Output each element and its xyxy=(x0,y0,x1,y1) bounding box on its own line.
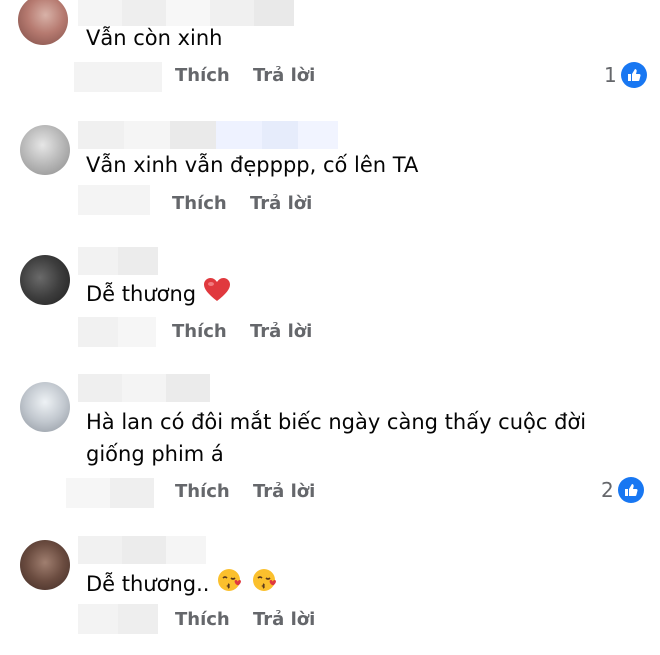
like-button[interactable]: Thích xyxy=(172,193,227,215)
commenter-name-blurred[interactable] xyxy=(78,374,210,402)
commenter-name-blurred[interactable] xyxy=(78,536,206,564)
commenter-name-blurred[interactable] xyxy=(78,121,338,149)
comment-text: Dễ thương xyxy=(86,277,231,313)
reply-button[interactable]: Trả lời xyxy=(253,609,315,631)
comment-5: Dễ thương.. Thích Trả lời xyxy=(0,530,660,655)
like-button[interactable]: Thích xyxy=(172,321,227,343)
avatar[interactable] xyxy=(20,255,70,305)
reaction-count-number: 2 xyxy=(601,478,614,502)
avatar[interactable] xyxy=(20,125,70,175)
timestamp-blurred[interactable] xyxy=(66,478,154,508)
reply-button[interactable]: Trả lời xyxy=(250,321,312,343)
avatar[interactable] xyxy=(18,0,68,45)
reply-button[interactable]: Trả lời xyxy=(253,65,315,87)
reaction-count-number: 1 xyxy=(604,63,617,87)
comment-text: Dễ thương.. xyxy=(86,566,279,604)
like-button[interactable]: Thích xyxy=(175,609,230,631)
thumbs-up-icon xyxy=(617,477,644,503)
timestamp-blurred[interactable] xyxy=(78,185,150,215)
timestamp-blurred[interactable] xyxy=(78,604,158,634)
comment-text-content: Dễ thương.. xyxy=(86,572,210,596)
comment-text-content: Dễ thương xyxy=(86,282,197,306)
kissing-face-with-heart-icon xyxy=(216,566,244,604)
reply-button[interactable]: Trả lời xyxy=(253,481,315,503)
like-button[interactable]: Thích xyxy=(175,481,230,503)
kissing-face-with-heart-icon xyxy=(251,566,279,604)
reply-button[interactable]: Trả lời xyxy=(250,193,312,215)
comment-text-line-2: giống phim á xyxy=(86,442,224,466)
comment-2: Vẫn xinh vẫn đẹpppp, cố lên TA Thích Trả… xyxy=(0,115,660,225)
comment-text-line-1: Hà lan có đôi mắt biếc ngày càng thấy cu… xyxy=(86,410,587,434)
timestamp-blurred[interactable] xyxy=(74,62,162,92)
reaction-count[interactable]: 1 xyxy=(604,62,647,88)
avatar[interactable] xyxy=(20,540,70,590)
like-button[interactable]: Thích xyxy=(175,65,230,87)
comment-4: Hà lan có đôi mắt biếc ngày càng thấy cu… xyxy=(0,372,660,517)
comment-text: Vẫn xinh vẫn đẹpppp, cố lên TA xyxy=(86,153,419,177)
heart-emoji-icon xyxy=(203,277,231,313)
comment-text: Vẫn còn xinh xyxy=(86,26,223,50)
timestamp-blurred[interactable] xyxy=(78,317,156,347)
commenter-name-blurred[interactable] xyxy=(78,247,158,275)
comment-1: Vẫn còn xinh Thích Trả lời 1 xyxy=(0,0,660,100)
comment-3: Dễ thương Thích Trả lời xyxy=(0,243,660,353)
avatar[interactable] xyxy=(20,382,70,432)
thumbs-up-icon xyxy=(620,62,647,88)
reaction-count[interactable]: 2 xyxy=(601,477,644,503)
